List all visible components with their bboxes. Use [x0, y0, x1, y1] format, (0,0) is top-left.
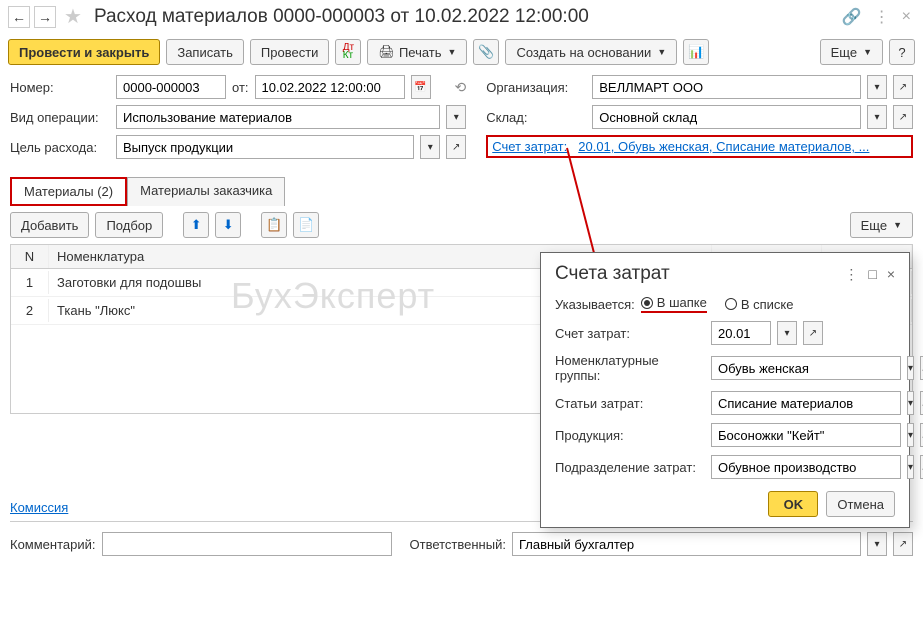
movedown-button[interactable]: ⬇: [215, 212, 241, 238]
radio-list[interactable]: В списке: [725, 297, 794, 312]
moveup-button[interactable]: ⬆: [183, 212, 209, 238]
p-subdiv-label: Подразделение затрат:: [555, 460, 705, 475]
p-prod-input[interactable]: [711, 423, 901, 447]
popup-ok-button[interactable]: OK: [768, 491, 818, 517]
th-n[interactable]: N: [11, 245, 49, 268]
post-close-button[interactable]: Провести и закрыть: [8, 39, 160, 65]
p-nomgrp-input[interactable]: [711, 356, 901, 380]
number-label: Номер:: [10, 80, 110, 95]
resp-label: Ответственный:: [410, 537, 506, 552]
p-costitem-label: Статьи затрат:: [555, 396, 705, 411]
print-button[interactable]: 🖨 Печать▼: [367, 39, 467, 65]
p-subdiv-dd[interactable]: ▾: [907, 455, 914, 479]
post-button[interactable]: Провести: [250, 39, 330, 65]
popup-cancel-button[interactable]: Отмена: [826, 491, 895, 517]
p-acc-dd[interactable]: ▾: [777, 321, 797, 345]
org-dropdown[interactable]: ▾: [867, 75, 887, 99]
purpose-dropdown[interactable]: ▾: [420, 135, 440, 159]
p-subdiv-input[interactable]: [711, 455, 901, 479]
revert-icon[interactable]: ⟲: [455, 79, 467, 96]
purpose-input[interactable]: [116, 135, 414, 159]
add-button[interactable]: Добавить: [10, 212, 89, 238]
date-label: от:: [232, 80, 249, 95]
write-button[interactable]: Записать: [166, 39, 244, 65]
popup-title: Счета затрат: [555, 263, 670, 285]
p-acc-input[interactable]: [711, 321, 771, 345]
radio-header[interactable]: В шапке: [641, 295, 707, 313]
p-costitem-dd[interactable]: ▾: [907, 391, 914, 415]
report-button[interactable]: 📊: [683, 39, 709, 65]
org-label: Организация:: [486, 80, 586, 95]
table-more-button[interactable]: Еще▼: [850, 212, 913, 238]
more-button[interactable]: Еще▼: [820, 39, 883, 65]
date-input[interactable]: [255, 75, 405, 99]
nav-fwd[interactable]: →: [34, 6, 56, 28]
nav-back[interactable]: ←: [8, 6, 30, 28]
wh-open[interactable]: ↗: [893, 105, 913, 129]
popup-max-icon[interactable]: □: [868, 266, 876, 283]
help-button[interactable]: ?: [889, 39, 915, 65]
star-icon[interactable]: ★: [64, 4, 82, 29]
commission-link[interactable]: Комиссия: [10, 500, 68, 515]
comment-input[interactable]: [102, 532, 392, 556]
wh-dropdown[interactable]: ▾: [867, 105, 887, 129]
menu-icon[interactable]: ⋮: [874, 7, 890, 27]
purpose-open[interactable]: ↗: [446, 135, 466, 159]
tab-materials[interactable]: Материалы (2): [10, 177, 127, 206]
resp-dd[interactable]: ▾: [867, 532, 887, 556]
wh-input[interactable]: [592, 105, 861, 129]
org-input[interactable]: [592, 75, 861, 99]
popup-close-icon[interactable]: ×: [887, 266, 895, 283]
p-prod-label: Продукция:: [555, 428, 705, 443]
copy-button[interactable]: 📋: [261, 212, 287, 238]
number-input[interactable]: [116, 75, 226, 99]
p-nomgrp-dd[interactable]: ▾: [907, 356, 914, 380]
create-based-button[interactable]: Создать на основании▼: [505, 39, 677, 65]
comment-label: Комментарий:: [10, 537, 96, 552]
p-acc-open[interactable]: ↗: [803, 321, 823, 345]
costacc-link[interactable]: 20.01, Обувь женская, Списание материало…: [578, 139, 907, 154]
calendar-icon[interactable]: 📅: [411, 75, 431, 99]
resp-open[interactable]: ↗: [893, 532, 913, 556]
costacc-label[interactable]: Счет затрат:: [492, 139, 572, 154]
link-icon[interactable]: 🔗: [842, 7, 862, 27]
p-prod-dd[interactable]: ▾: [907, 423, 914, 447]
window-title: Расход материалов 0000-000003 от 10.02.2…: [94, 6, 834, 28]
p-nomgrp-label: Номенклатурные группы:: [555, 353, 705, 383]
resp-input[interactable]: [512, 532, 861, 556]
popup-menu-icon[interactable]: ⋮: [844, 266, 858, 283]
paste-button[interactable]: 📄: [293, 212, 319, 238]
close-icon[interactable]: ×: [902, 8, 911, 26]
pick-button[interactable]: Подбор: [95, 212, 163, 238]
dtkt-button[interactable]: ДтКт: [335, 39, 361, 65]
tab-customer[interactable]: Материалы заказчика: [127, 177, 285, 206]
optype-dropdown[interactable]: ▾: [446, 105, 466, 129]
attach-button[interactable]: 📎: [473, 39, 499, 65]
p-costitem-input[interactable]: [711, 391, 901, 415]
org-open[interactable]: ↗: [893, 75, 913, 99]
purpose-label: Цель расхода:: [10, 140, 110, 155]
p-acc-label: Счет затрат:: [555, 326, 705, 341]
wh-label: Склад:: [486, 110, 586, 125]
optype-label: Вид операции:: [10, 110, 110, 125]
cost-accounts-popup: Счета затрат ⋮ □ × Указывается: В шапке …: [540, 252, 910, 528]
spec-label: Указывается:: [555, 297, 635, 312]
optype-input[interactable]: [116, 105, 440, 129]
